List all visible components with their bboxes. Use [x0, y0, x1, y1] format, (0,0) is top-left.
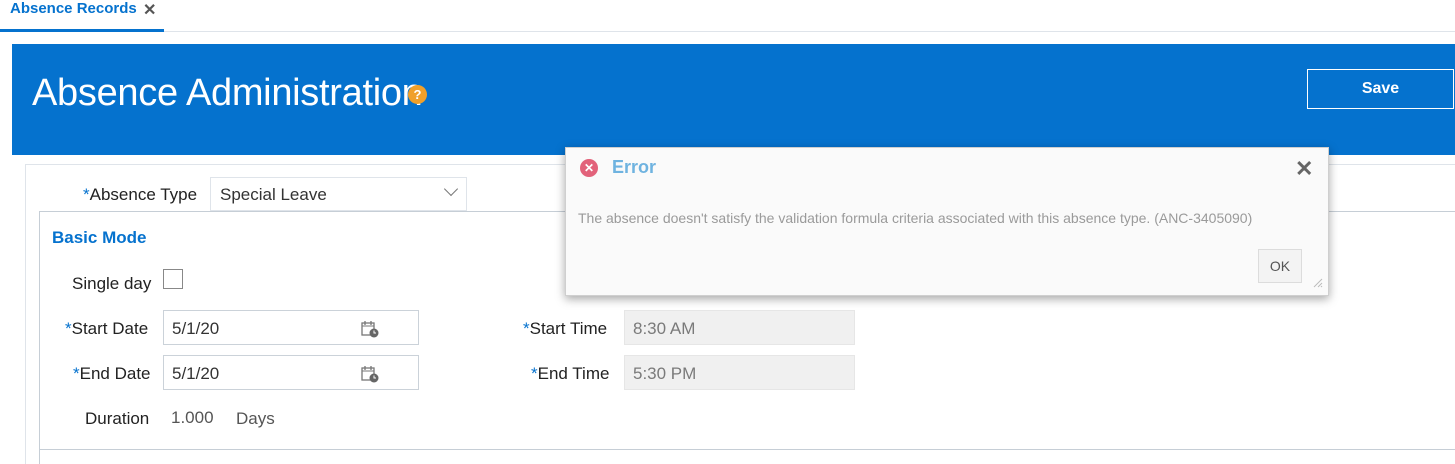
end-date-label: *End Date: [73, 364, 151, 384]
required-mark: *: [531, 364, 538, 383]
end-time-label: *End Time: [531, 364, 609, 384]
required-mark: *: [523, 319, 530, 338]
required-mark: *: [73, 364, 80, 383]
resize-grip-icon[interactable]: [1311, 276, 1323, 288]
required-mark: *: [65, 319, 72, 338]
duration-value: 1.000: [171, 408, 214, 427]
start-time-label-text: Start Time: [529, 319, 608, 338]
end-time-label-text: End Time: [537, 364, 610, 383]
start-date-input[interactable]: 5/1/20: [163, 310, 419, 345]
end-date-label-text: End Date: [79, 364, 151, 383]
start-time-field: 8:30 AM: [624, 310, 855, 345]
error-dialog: ✕ Error ✕ The absence doesn't satisfy th…: [565, 147, 1329, 296]
ok-button[interactable]: OK: [1258, 249, 1302, 283]
end-time-field: 5:30 PM: [624, 355, 855, 390]
tab-bar: Absence Records ✕: [0, 0, 1455, 32]
dialog-title: Error: [612, 157, 657, 177]
absence-type-label-text: Absence Type: [89, 185, 198, 204]
start-date-label-text: Start Date: [71, 319, 149, 338]
end-date-input[interactable]: 5/1/20: [163, 355, 419, 390]
absence-type-label: *Absence Type: [83, 185, 197, 205]
duration-label: Duration: [85, 409, 150, 428]
error-message: The absence doesn't satisfy the validati…: [578, 210, 1253, 226]
start-date-label: *Start Date: [65, 319, 148, 339]
save-button[interactable]: Save: [1307, 69, 1454, 109]
single-day-label: Single day: [72, 274, 152, 293]
end-date-value: 5/1/20: [172, 364, 220, 383]
section-divider: [39, 449, 1455, 450]
section-title: Basic Mode: [52, 228, 147, 247]
help-icon[interactable]: ?: [408, 85, 427, 104]
tab-absence-records[interactable]: Absence Records ✕: [0, 0, 164, 32]
page-title: Absence Administration: [32, 72, 423, 114]
close-icon[interactable]: ✕: [1295, 156, 1313, 182]
chevron-down-icon[interactable]: [443, 181, 459, 197]
calendar-icon[interactable]: [361, 365, 379, 383]
absence-type-select[interactable]: Special Leave: [210, 177, 467, 211]
end-time-value: 5:30 PM: [633, 364, 697, 383]
duration-unit: Days: [236, 409, 275, 428]
start-date-value: 5/1/20: [172, 319, 220, 338]
start-time-value: 8:30 AM: [633, 319, 696, 338]
tab-label[interactable]: Absence Records: [10, 0, 137, 17]
page-header: Absence Administration ? Save: [12, 44, 1455, 155]
required-mark: *: [83, 185, 90, 204]
close-tab-icon[interactable]: ✕: [143, 0, 156, 20]
error-icon: ✕: [580, 159, 598, 177]
single-day-checkbox[interactable]: [163, 269, 183, 289]
absence-type-value: Special Leave: [220, 185, 327, 204]
start-time-label: *Start Time: [523, 319, 607, 339]
calendar-icon[interactable]: [361, 320, 379, 338]
